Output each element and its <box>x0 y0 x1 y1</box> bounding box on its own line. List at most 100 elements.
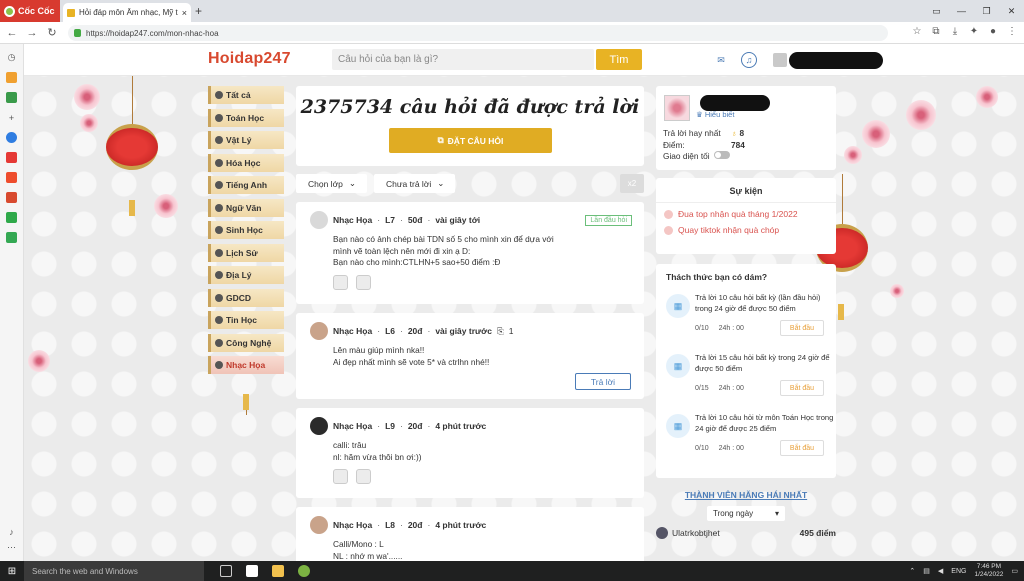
clock[interactable]: 7:46 PM 1/24/2022 <box>974 563 1003 579</box>
category-item[interactable]: Lịch Sử <box>208 243 284 262</box>
app-icon[interactable] <box>6 192 17 203</box>
profile-icon[interactable]: ● <box>987 25 999 37</box>
category-item[interactable]: Công Nghệ <box>208 333 284 352</box>
flag-icon <box>664 209 673 219</box>
dark-mode-toggle[interactable] <box>713 151 730 159</box>
category-item[interactable]: GDCD <box>208 288 284 307</box>
back-arrow-icon[interactable]: ← <box>4 27 20 39</box>
app-icon[interactable] <box>6 212 17 223</box>
address-bar[interactable]: https://hoidap247.com/mon-nhac-hoa <box>68 25 888 41</box>
url-text: https://hoidap247.com/mon-nhac-hoa <box>86 28 219 38</box>
notification-bell-icon[interactable]: ♫ <box>741 52 757 68</box>
question-subject[interactable]: Nhạc Họa <box>333 215 372 225</box>
bookmark-star-icon[interactable]: ☆ <box>911 25 923 37</box>
profile-avatar[interactable] <box>664 95 690 121</box>
tray-up-icon[interactable]: ⌃ <box>909 567 915 575</box>
search-button[interactable]: Tìm <box>596 49 642 70</box>
multiplier-badge[interactable]: x2 <box>620 174 644 193</box>
asker-avatar[interactable] <box>310 417 328 435</box>
coccoc-browser-icon[interactable] <box>298 565 310 577</box>
youtube-icon[interactable] <box>6 152 17 163</box>
download-icon[interactable]: ⤓ <box>949 25 961 37</box>
close-window-button[interactable]: ✕ <box>999 6 1024 17</box>
file-explorer-icon[interactable] <box>272 565 284 577</box>
asker-avatar[interactable] <box>310 322 328 340</box>
question-subject[interactable]: Nhạc Họa <box>333 520 372 530</box>
extensions-icon[interactable]: ✦ <box>968 25 980 37</box>
question-card[interactable]: Nhạc Họa · L9 · 20đ · 4 phút trước calli: trâu n… <box>296 408 644 498</box>
minimize-button[interactable]: — <box>949 6 974 16</box>
start-challenge-button[interactable]: Bắt đầu <box>780 380 824 396</box>
site-logo[interactable]: Hoidap247 <box>208 50 291 68</box>
attachment-icon: ⎘ <box>496 325 504 336</box>
browser-tab-active[interactable]: Hỏi đáp môn Âm nhạc, Mỹ t × <box>63 3 191 22</box>
tab-close-icon[interactable]: × <box>182 8 187 18</box>
start-challenge-button[interactable]: Bắt đầu <box>780 320 824 336</box>
task-view-icon[interactable] <box>220 565 232 577</box>
user-avatar[interactable] <box>773 53 787 67</box>
search-input[interactable]: Câu hỏi của bạn là gì? <box>332 49 594 70</box>
game-icon[interactable] <box>6 92 17 103</box>
messages-icon[interactable]: ✉ <box>713 52 729 68</box>
translate-icon[interactable]: ⧉ <box>930 25 942 37</box>
question-subject[interactable]: Nhạc Họa <box>333 421 372 431</box>
menu-icon[interactable]: ⋮ <box>1006 25 1018 37</box>
category-item[interactable]: Toán Học <box>208 108 284 127</box>
reaction-avatar[interactable] <box>356 469 371 484</box>
sheets-icon[interactable] <box>6 232 17 243</box>
forward-arrow-icon[interactable]: → <box>24 27 40 39</box>
question-grade: L9 <box>385 421 395 431</box>
maximize-button[interactable]: ❐ <box>974 6 999 17</box>
category-item[interactable]: Tất cả <box>208 86 284 104</box>
network-icon[interactable]: ▤ <box>923 567 930 575</box>
question-header: Nhạc Họa · L7 · 50đ · vài giây tới <box>310 211 632 229</box>
member-row[interactable]: Ulatrkobtjhet 495 điểm <box>656 527 836 539</box>
reaction-avatar[interactable] <box>333 469 348 484</box>
browser-brand-button[interactable]: Cốc Cốc <box>0 0 60 22</box>
answer-button[interactable]: Trả lời <box>575 373 631 390</box>
asker-avatar[interactable] <box>310 211 328 229</box>
reload-icon[interactable]: ↻ <box>44 26 60 39</box>
more-icon[interactable]: ⋯ <box>6 542 17 553</box>
reaction-avatar[interactable] <box>356 274 371 290</box>
new-tab-button[interactable]: + <box>195 4 202 18</box>
category-item[interactable]: Nhạc Họa <box>208 356 284 374</box>
category-item[interactable]: Tin Học <box>208 311 284 329</box>
question-card[interactable]: Nhạc Họa · L6 · 20đ · vài giây trước ⎘ 1 Lên màu … <box>296 313 644 399</box>
notification-bell-icon[interactable]: ♪ <box>6 526 17 537</box>
tab-search-icon[interactable]: ▭ <box>924 6 949 17</box>
taskbar-search-input[interactable]: Search the web and Windows <box>24 561 204 581</box>
category-item[interactable]: Hóa Học <box>208 153 284 172</box>
crown-icon[interactable] <box>6 72 17 83</box>
category-item[interactable]: Tiếng Anh <box>208 176 284 194</box>
category-item[interactable]: Vật Lý <box>208 131 284 149</box>
question-card[interactable]: Nhạc Họa · L7 · 50đ · vài giây tới Lần đầu hỏi B… <box>296 202 644 304</box>
store-icon[interactable] <box>246 565 258 577</box>
challenge-card: Thách thức bạn có dám? ▦ Trả lời 10 câu h… <box>656 264 836 478</box>
event-link[interactable]: Đua top nhận quà tháng 1/2022 <box>664 209 836 219</box>
windows-start-icon[interactable]: ⊞ <box>0 561 24 581</box>
status-select[interactable]: Chưa trả lời ⌄ <box>374 174 455 193</box>
event-link[interactable]: Quay tiktok nhận quà chóp <box>664 225 836 235</box>
top-members-title[interactable]: THÀNH VIÊN HĂNG HÁI NHẤT <box>656 490 836 500</box>
history-icon[interactable]: ◷ <box>6 52 17 63</box>
category-item[interactable]: Ngữ Văn <box>208 198 284 217</box>
volume-icon[interactable]: ◀ <box>938 567 943 575</box>
category-item[interactable]: Địa Lý <box>208 266 284 284</box>
start-challenge-button[interactable]: Bắt đầu <box>780 440 824 456</box>
category-item[interactable]: Sinh Học <box>208 221 284 239</box>
class-select[interactable]: Chọn lớp ⌄ <box>296 174 367 193</box>
post-list: Nhạc Họa · L7 · 50đ · vài giây tới Lần đầu hỏi B… <box>296 202 644 561</box>
period-select[interactable]: Trong ngày ▾ <box>707 506 785 521</box>
language-label[interactable]: ENG <box>951 568 966 575</box>
ask-question-button[interactable]: ⧉ ĐẶT CÂU HỎI <box>389 128 552 153</box>
category-icon <box>215 338 223 347</box>
question-subject[interactable]: Nhạc Họa <box>333 326 372 336</box>
asker-avatar[interactable] <box>310 516 328 534</box>
reaction-avatar[interactable] <box>333 274 348 290</box>
question-card[interactable]: Nhạc Họa · L8 · 20đ · 4 phút trước Calli/Mono :… <box>296 507 644 561</box>
action-center-icon[interactable]: ▭ <box>1011 567 1018 575</box>
add-icon[interactable]: + <box>6 112 17 123</box>
messenger-icon[interactable] <box>6 132 17 143</box>
shopee-icon[interactable] <box>6 172 17 183</box>
